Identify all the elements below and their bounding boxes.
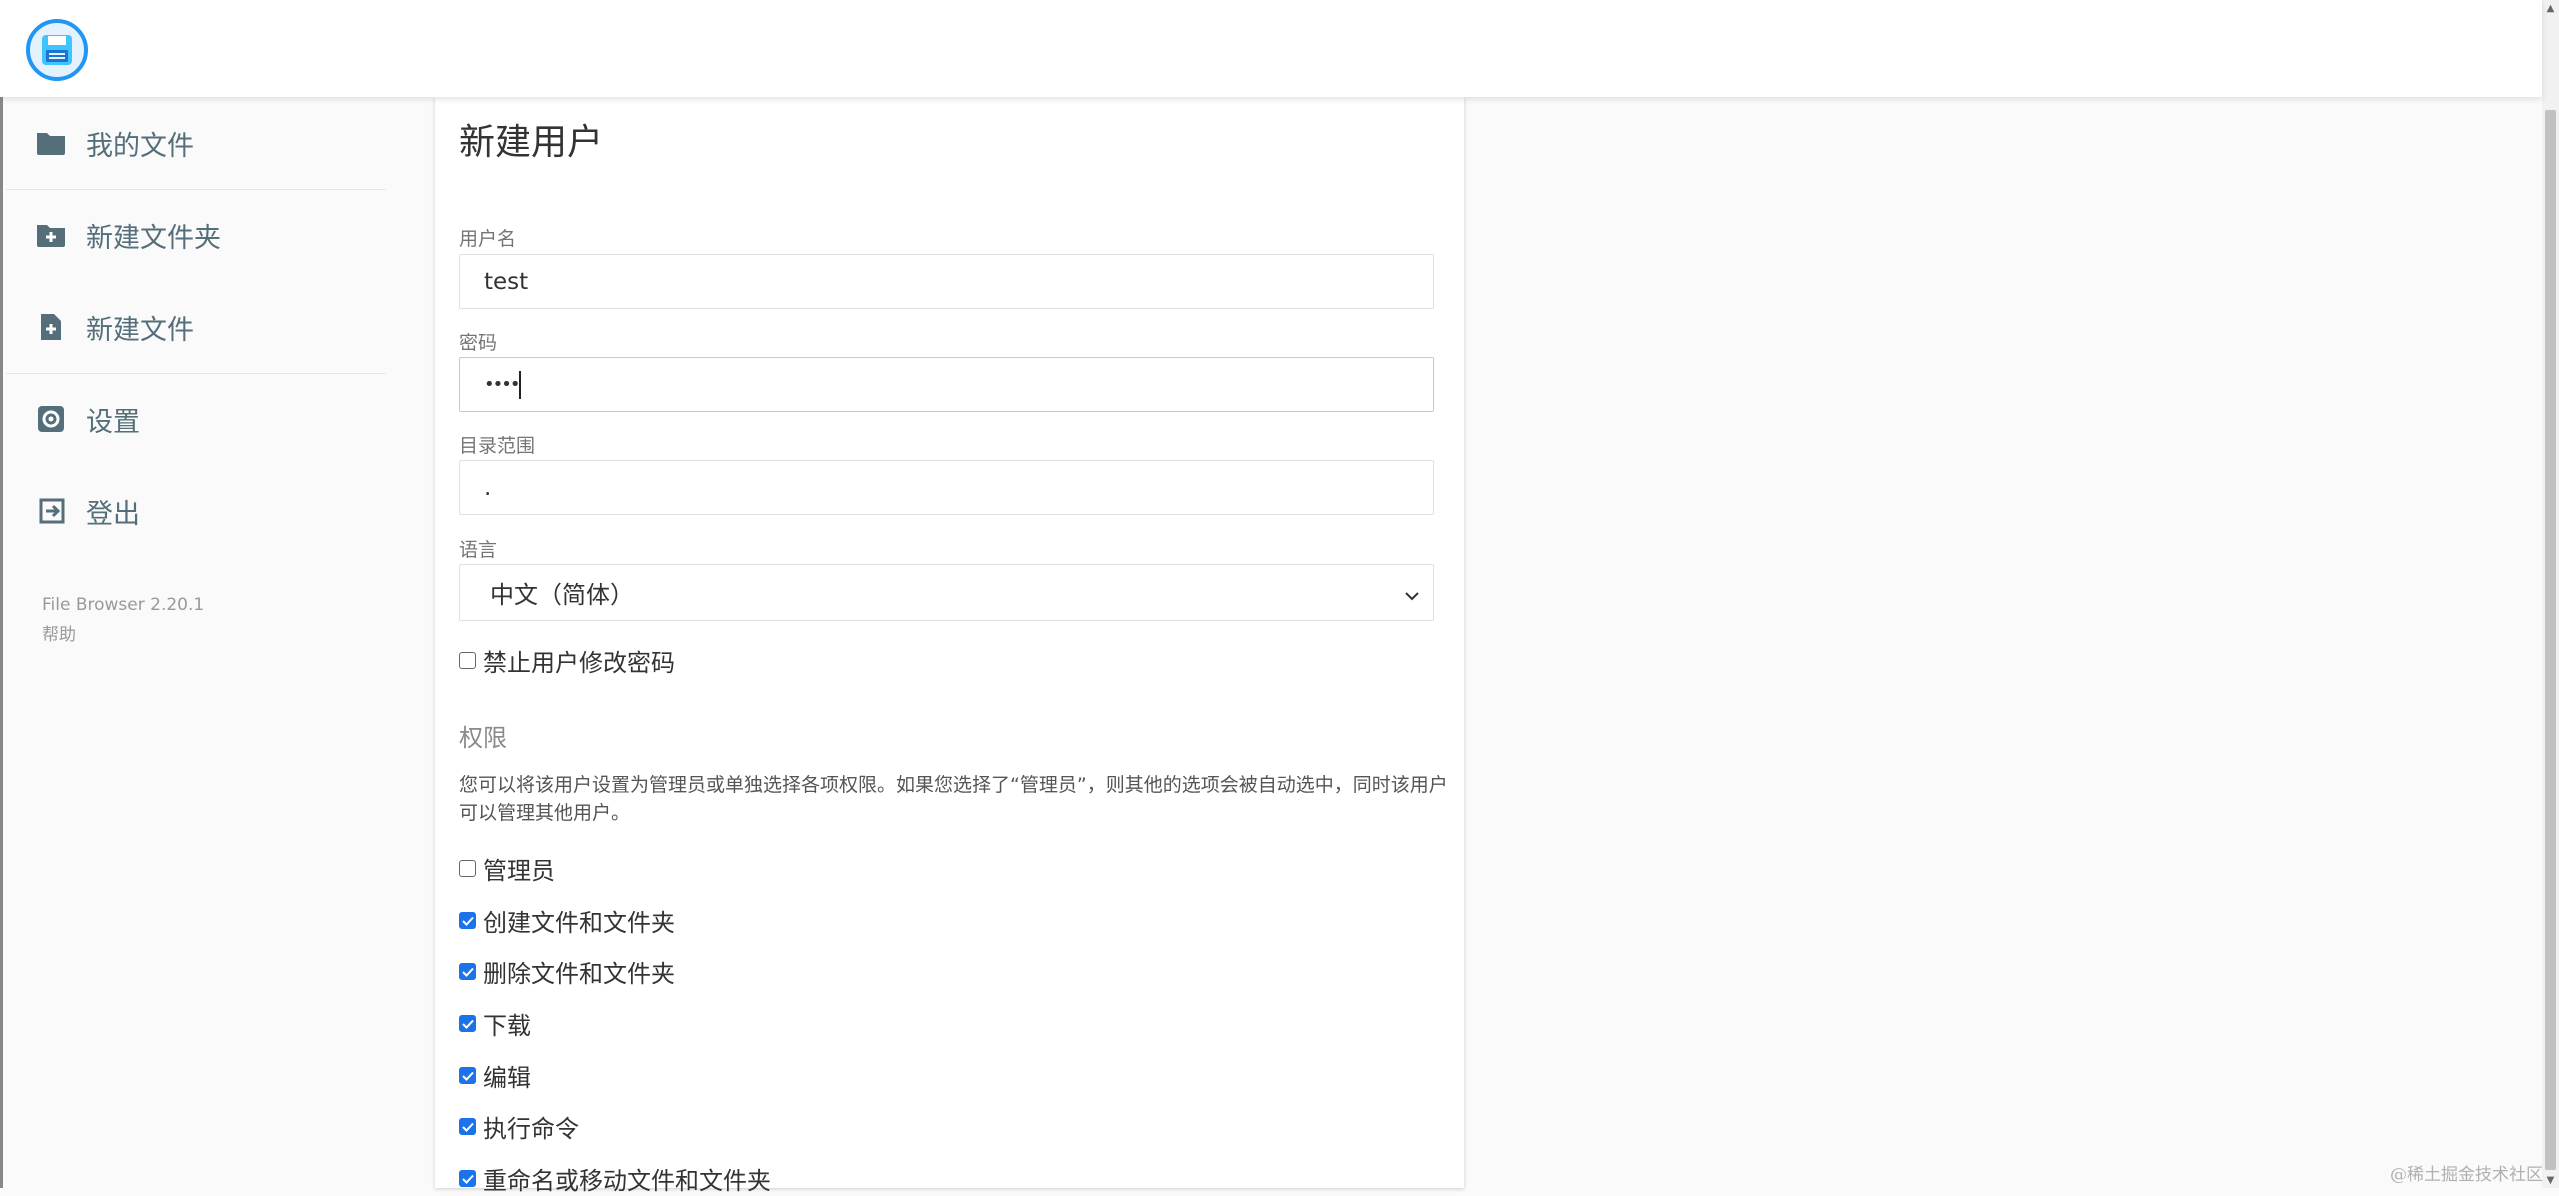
check-icon (461, 916, 474, 926)
sidebar-item-label: 新建文件 (86, 314, 194, 346)
floppy-disk-icon (42, 35, 72, 65)
password-label: 密码 (459, 332, 498, 354)
chevron-down-icon (1405, 579, 1419, 607)
scope-value: . (484, 474, 492, 501)
sidebar-item-label: 我的文件 (86, 130, 194, 162)
scroll-down-icon[interactable]: ▼ (2545, 1174, 2556, 1186)
check-icon (461, 1071, 474, 1081)
checkbox-label: 删除文件和文件夹 (483, 960, 675, 988)
page-title: 新建用户 (459, 122, 604, 163)
text-caret (519, 370, 522, 399)
scope-input[interactable]: . (459, 460, 1434, 515)
check-icon (461, 1122, 474, 1132)
version-text: File Browser 2.20.1 (42, 595, 205, 615)
lock-password-checkbox-row[interactable]: 禁止用户修改密码 (459, 643, 675, 678)
perm-edit[interactable]: 编辑 (459, 1058, 531, 1093)
sidebar-item-settings[interactable]: 设置 (6, 373, 386, 465)
username-value: test (484, 268, 529, 295)
help-link[interactable]: 帮助 (42, 620, 76, 645)
permissions-title: 权限 (459, 724, 507, 752)
perm-admin[interactable]: 管理员 (459, 851, 555, 886)
file-plus-icon (34, 310, 68, 344)
folder-plus-icon (34, 218, 68, 252)
sidebar-item-label: 新建文件夹 (86, 222, 221, 254)
password-value: •••• (484, 374, 520, 395)
checkbox-checked[interactable] (459, 1067, 476, 1084)
check-icon (461, 967, 474, 977)
scope-label: 目录范围 (459, 435, 536, 457)
logo[interactable] (26, 19, 88, 81)
sidebar-item-label: 登出 (86, 498, 140, 530)
checkbox-checked[interactable] (459, 963, 476, 980)
language-select[interactable]: 中文（简体） (459, 564, 1434, 621)
checkbox-label: 编辑 (483, 1064, 531, 1092)
perm-execute[interactable]: 执行命令 (459, 1109, 579, 1144)
checkbox-label: 禁止用户修改密码 (483, 649, 675, 677)
checkbox-label: 执行命令 (483, 1115, 579, 1143)
checkbox-label: 下载 (483, 1012, 531, 1040)
perm-download[interactable]: 下载 (459, 1006, 531, 1041)
language-label: 语言 (459, 539, 498, 561)
checkbox-checked[interactable] (459, 1118, 476, 1135)
scrollbar-thumb[interactable] (2545, 110, 2556, 1170)
checkbox-label: 管理员 (483, 857, 555, 885)
sidebar: 我的文件 新建文件夹 新建文件 设置 登出 File Browser 2.20.… (0, 97, 420, 1188)
logout-icon (34, 494, 68, 528)
password-input[interactable]: •••• (459, 357, 1434, 412)
sidebar-item-new-file[interactable]: 新建文件 (6, 281, 386, 373)
checkbox-checked[interactable] (459, 1170, 476, 1187)
scroll-up-icon[interactable]: ▲ (2545, 2, 2556, 14)
checkbox-label: 重命名或移动文件和文件夹 (483, 1167, 771, 1195)
watermark: @稀土掘金技术社区 (2390, 1165, 2543, 1185)
perm-rename[interactable]: 重命名或移动文件和文件夹 (459, 1161, 771, 1196)
new-user-card: 新建用户 用户名 test 密码 •••• 目录范围 . 语言 中文（简体） 禁… (435, 97, 1464, 1195)
username-label: 用户名 (459, 228, 517, 250)
settings-icon (34, 402, 68, 436)
checkbox-label: 创建文件和文件夹 (483, 909, 675, 937)
top-header (0, 0, 2542, 97)
checkbox-checked[interactable] (459, 912, 476, 929)
username-input[interactable]: test (459, 254, 1434, 309)
permissions-description: 您可以将该用户设置为管理员或单独选择各项权限。如果您选择了“管理员”，则其他的选… (459, 774, 1448, 824)
sidebar-item-new-folder[interactable]: 新建文件夹 (6, 189, 386, 281)
sidebar-item-logout[interactable]: 登出 (6, 465, 386, 557)
language-value: 中文（简体） (490, 581, 634, 609)
perm-delete[interactable]: 删除文件和文件夹 (459, 954, 675, 989)
check-icon (461, 1174, 474, 1184)
checkbox[interactable] (459, 860, 476, 877)
checkbox-checked[interactable] (459, 1015, 476, 1032)
check-icon (461, 1019, 474, 1029)
checkbox[interactable] (459, 652, 476, 669)
sidebar-item-my-files[interactable]: 我的文件 (6, 97, 386, 189)
folder-icon (34, 126, 68, 160)
perm-create[interactable]: 创建文件和文件夹 (459, 903, 675, 938)
sidebar-item-label: 设置 (86, 406, 140, 438)
